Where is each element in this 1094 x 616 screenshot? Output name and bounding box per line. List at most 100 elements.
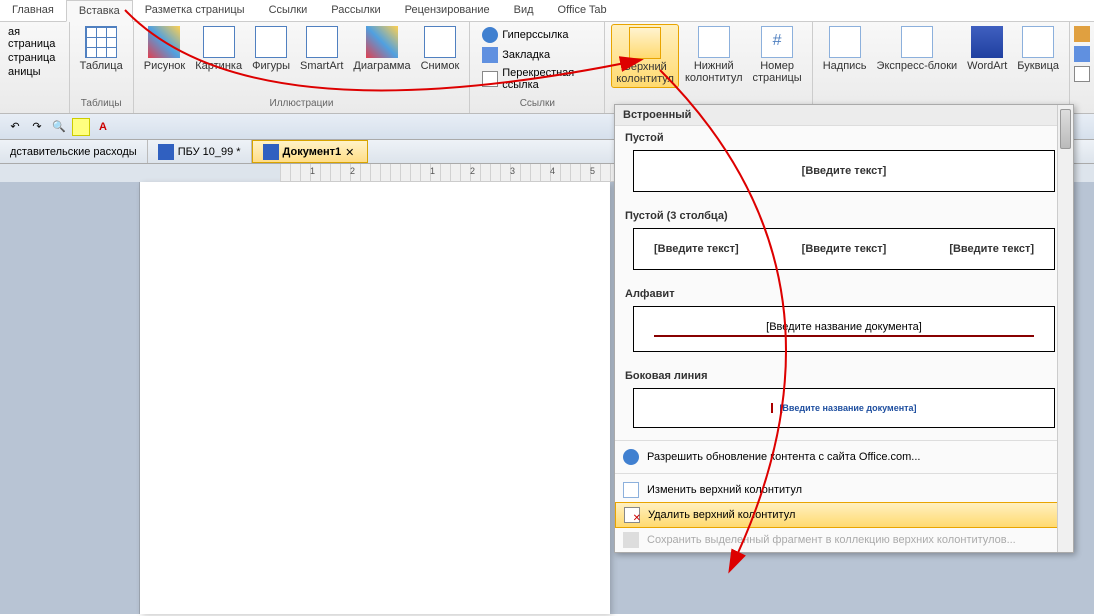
smartart-icon <box>306 26 338 58</box>
smartart-button[interactable]: SmartArt <box>296 24 347 74</box>
ribbon-side-icons <box>1069 22 1094 113</box>
group-illus-label: Иллюстрации <box>140 98 464 111</box>
gallery-section-builtin: Встроенный <box>615 105 1073 126</box>
tab-home[interactable]: Главная <box>0 0 66 21</box>
close-icon[interactable]: ✕ <box>345 146 357 158</box>
pagenum-icon <box>761 26 793 58</box>
edit-header-label: Изменить верхний колонтитул <box>647 484 802 496</box>
ribbon-tab-strip: Главная Вставка Разметка страницы Ссылки… <box>0 0 1094 22</box>
placeholder-text: [Введите текст] <box>949 243 1034 255</box>
group-pages: ая страница страница аницы <box>0 22 70 113</box>
page-break-partial[interactable]: аницы <box>8 66 61 78</box>
header-button[interactable]: Верхний колонтитул <box>611 24 679 88</box>
word-doc-icon <box>158 144 174 160</box>
scrollbar[interactable] <box>1057 105 1073 552</box>
edit-header-item[interactable]: Изменить верхний колонтитул <box>615 478 1073 502</box>
doc-tab-3-label: Документ1 <box>283 146 342 158</box>
header-label: Верхний колонтитул <box>616 61 674 85</box>
crossref-button[interactable]: Перекрестная ссылка <box>478 66 596 92</box>
quickparts-label: Экспресс-блоки <box>877 60 958 72</box>
tab-references[interactable]: Ссылки <box>257 0 320 21</box>
tab-review[interactable]: Рецензирование <box>393 0 502 21</box>
header-gallery-dropdown: Встроенный Пустой [Введите текст] Пустой… <box>614 104 1074 553</box>
preset-alphabet[interactable]: [Введите название документа] <box>633 306 1055 352</box>
date-icon[interactable] <box>1074 46 1090 62</box>
shapes-label: Фигуры <box>252 60 290 72</box>
quickparts-button[interactable]: Экспресс-блоки <box>873 24 962 74</box>
cover-page-partial[interactable]: ая страница <box>8 26 61 50</box>
textbox-button[interactable]: Надпись <box>819 24 871 74</box>
page-number-button[interactable]: Номер страницы <box>749 24 806 86</box>
picture-button[interactable]: Рисунок <box>140 24 190 74</box>
group-text: Надпись Экспресс-блоки WordArt Буквица <box>813 22 1069 113</box>
doc-tab-3[interactable]: Документ1 ✕ <box>252 140 369 163</box>
preset-alphabet-title: Алфавит <box>615 282 1073 302</box>
left-margin <box>0 182 140 614</box>
picture-icon <box>148 26 180 58</box>
save-icon <box>623 532 639 548</box>
tab-insert[interactable]: Вставка <box>66 0 133 22</box>
quickparts-icon <box>901 26 933 58</box>
redo-button[interactable]: ↷ <box>28 118 46 136</box>
hyperlink-label: Гиперссылка <box>502 29 568 41</box>
footer-label: Нижний колонтитул <box>685 60 743 84</box>
scrollbar-thumb[interactable] <box>1060 109 1071 149</box>
chart-icon <box>366 26 398 58</box>
delete-page-icon: ✕ <box>624 507 640 523</box>
save-selection-item: Сохранить выделенный фрагмент в коллекци… <box>615 528 1073 552</box>
hyperlink-button[interactable]: Гиперссылка <box>478 26 596 44</box>
crossref-icon <box>482 71 498 87</box>
table-icon <box>85 26 117 58</box>
placeholder-text: [Введите текст] <box>802 165 887 177</box>
screenshot-label: Снимок <box>421 60 460 72</box>
clipart-icon <box>203 26 235 58</box>
group-tables-label: Таблицы <box>76 98 127 111</box>
shapes-button[interactable]: Фигуры <box>248 24 294 74</box>
placeholder-title: [Введите название документа] <box>771 403 916 413</box>
doc-tab-1-label: дставительские расходы <box>10 146 137 158</box>
tab-view[interactable]: Вид <box>502 0 546 21</box>
footer-icon <box>698 26 730 58</box>
smartart-label: SmartArt <box>300 60 343 72</box>
bookmark-label: Закладка <box>502 49 550 61</box>
tab-layout[interactable]: Разметка страницы <box>133 0 257 21</box>
blank-page-partial[interactable]: страница <box>8 52 61 64</box>
footer-button[interactable]: Нижний колонтитул <box>681 24 747 86</box>
preset-sideline[interactable]: [Введите название документа] <box>633 388 1055 428</box>
doc-tab-2[interactable]: ПБУ 10_99 * <box>148 140 252 163</box>
wordart-button[interactable]: WordArt <box>963 24 1011 74</box>
zoom-button[interactable]: 🔍 <box>50 118 68 136</box>
remove-header-label: Удалить верхний колонтитул <box>648 509 795 521</box>
group-pages-label <box>6 109 63 111</box>
screenshot-button[interactable]: Снимок <box>417 24 464 74</box>
clipart-button[interactable]: Картинка <box>191 24 246 74</box>
tab-office[interactable]: Office Tab <box>546 0 619 21</box>
font-color-button[interactable]: A <box>94 118 112 136</box>
undo-button[interactable]: ↶ <box>6 118 24 136</box>
dropcap-button[interactable]: Буквица <box>1013 24 1063 74</box>
preset-sideline-title: Боковая линия <box>615 364 1073 384</box>
preset-empty3[interactable]: [Введите текст] [Введите текст] [Введите… <box>633 228 1055 270</box>
tab-mailings[interactable]: Рассылки <box>319 0 392 21</box>
group-tables: Таблица Таблицы <box>70 22 134 113</box>
textbox-label: Надпись <box>823 60 867 72</box>
wordart-icon <box>971 26 1003 58</box>
table-button[interactable]: Таблица <box>76 24 127 74</box>
picture-label: Рисунок <box>144 60 186 72</box>
doc-tab-2-label: ПБУ 10_99 * <box>178 146 241 158</box>
pagenum-label: Номер страницы <box>753 60 802 84</box>
office-com-item[interactable]: Разрешить обновление контента с сайта Of… <box>615 445 1073 469</box>
doc-tab-1[interactable]: дставительские расходы <box>0 140 148 163</box>
remove-header-item[interactable]: ✕ Удалить верхний колонтитул <box>615 502 1073 528</box>
chart-button[interactable]: Диаграмма <box>349 24 414 74</box>
screenshot-icon <box>424 26 456 58</box>
highlight-button[interactable] <box>72 118 90 136</box>
chart-label: Диаграмма <box>353 60 410 72</box>
header-icon <box>629 27 661 59</box>
document-page[interactable] <box>140 182 610 614</box>
bookmark-button[interactable]: Закладка <box>478 46 596 64</box>
object-icon[interactable] <box>1074 66 1090 82</box>
preset-empty[interactable]: [Введите текст] <box>633 150 1055 192</box>
signature-icon[interactable] <box>1074 26 1090 42</box>
group-links: Гиперссылка Закладка Перекрестная ссылка… <box>470 22 605 113</box>
